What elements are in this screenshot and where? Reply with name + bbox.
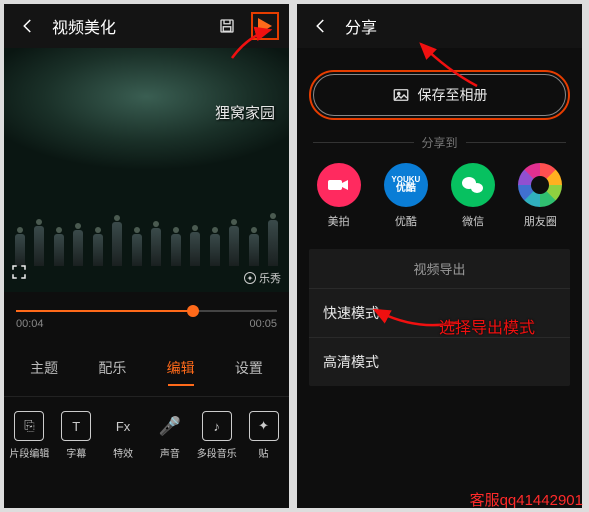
fx-icon: Fx [108,411,138,441]
share-targets: 美拍 YOUKU 优酷 优酷 微信 朋友圈 [297,157,582,239]
time-end: 00:05 [249,318,277,330]
export-hd[interactable]: 高清模式 [309,338,570,386]
tab-edit[interactable]: 编辑 [163,354,199,386]
multitrack-icon: ♪ [202,411,232,441]
save-to-album-button[interactable]: 保存至相册 [313,74,566,116]
tool-fx[interactable]: Fx特效 [100,411,146,460]
send-icon [258,18,272,34]
video-watermark: 狸窝家园 [215,102,275,123]
export-fast[interactable]: 快速模式 [309,289,570,338]
back-icon[interactable] [307,12,335,40]
video-preview[interactable]: 狸窝家园 ✦乐秀 [4,48,289,292]
tool-clip[interactable]: ⎘片段编辑 [6,411,52,460]
send-button[interactable] [251,12,279,40]
tab-settings[interactable]: 设置 [231,354,267,386]
video-scene [4,196,289,266]
tab-bar: 主题 配乐 编辑 设置 [4,336,289,396]
export-title: 视频导出 [309,249,570,289]
tab-music[interactable]: 配乐 [94,354,130,386]
back-icon[interactable] [14,12,42,40]
page-title: 视频美化 [52,14,116,38]
phone-share: 分享 保存至相册 分享到 美拍 YOUKU 优酷 优酷 [297,4,582,508]
sticker-icon: ✦ [249,411,279,441]
support-contact: 客服qq41442901 [470,489,583,510]
youku-icon: YOUKU 优酷 [384,163,428,207]
subtitle-icon: T [61,411,91,441]
header-bar: 分享 [297,4,582,48]
time-start: 00:04 [16,318,44,330]
moments-icon [518,163,562,207]
tool-bar: ⎘片段编辑 T字幕 Fx特效 🎤声音 ♪多段音乐 ✦贴 [4,396,289,470]
playhead[interactable] [187,305,199,317]
header-bar: 视频美化 [4,4,289,48]
tool-sticker[interactable]: ✦贴 [241,411,287,460]
tab-theme[interactable]: 主题 [26,354,62,386]
meipai-icon [317,163,361,207]
timeline[interactable]: 00:04 00:05 [4,292,289,336]
save-draft-icon[interactable] [213,12,241,40]
tool-multitrack[interactable]: ♪多段音乐 [194,411,240,460]
fullscreen-icon[interactable] [10,263,28,286]
mic-icon: 🎤 [155,411,185,441]
export-panel: 视频导出 快速模式 高清模式 [309,249,570,386]
image-icon [392,86,410,104]
wechat-icon [451,163,495,207]
share-wechat[interactable]: 微信 [451,163,495,229]
share-moments[interactable]: 朋友圈 [518,163,562,229]
tool-audio[interactable]: 🎤声音 [147,411,193,460]
phone-editor: 视频美化 狸窝家园 ✦乐秀 [4,4,289,508]
share-divider: 分享到 [297,126,582,157]
page-title: 分享 [345,14,377,38]
app-brand: ✦乐秀 [244,270,281,286]
clip-icon: ⎘ [14,411,44,441]
share-youku[interactable]: YOUKU 优酷 优酷 [384,163,428,229]
tool-subtitle[interactable]: T字幕 [53,411,99,460]
share-meipai[interactable]: 美拍 [317,163,361,229]
timeline-track[interactable] [16,310,277,312]
